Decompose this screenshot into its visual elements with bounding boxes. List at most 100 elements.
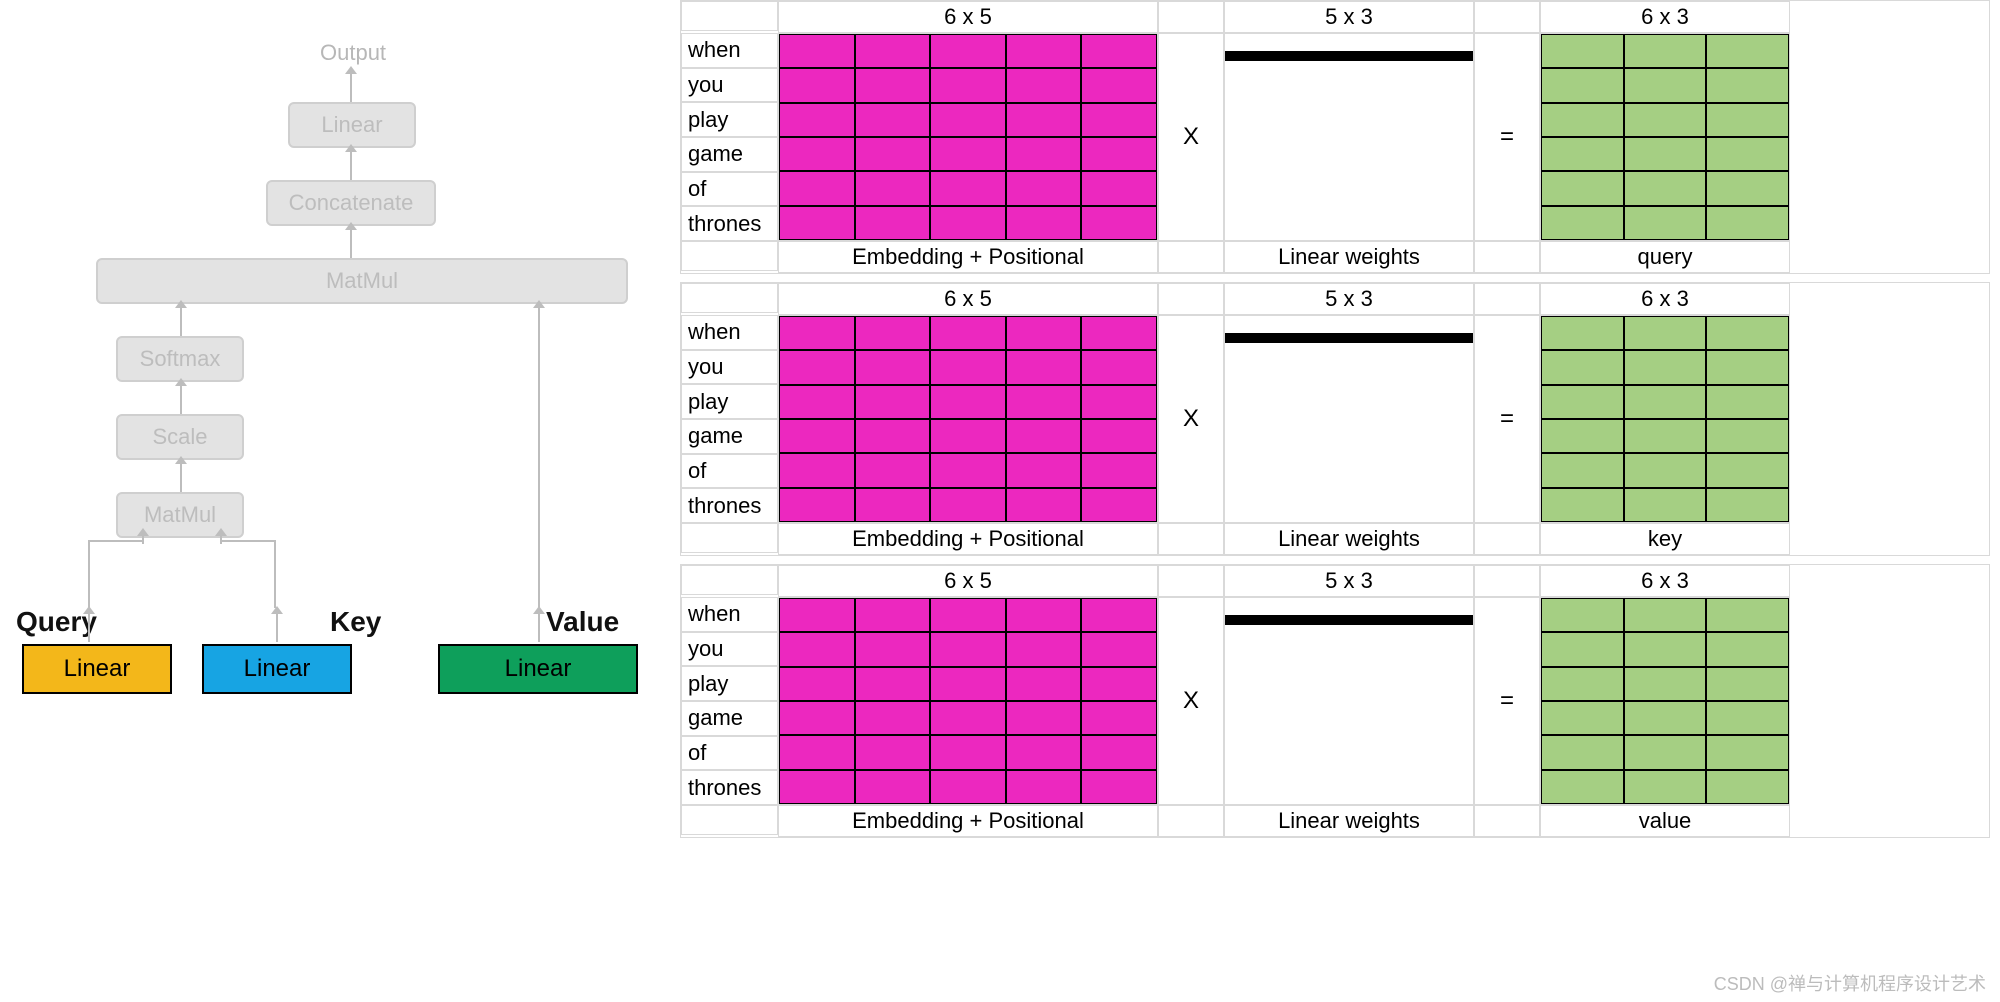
matrix-cell [1541,419,1624,453]
token-label: when [681,597,778,632]
matrix-cell [1706,68,1789,102]
matrix-cell [1624,316,1707,350]
matrix-cell [1541,488,1624,522]
matrix-cell [930,103,1006,137]
caption-weights: Linear weights [1224,805,1474,837]
matrix-cell [930,488,1006,522]
matrix-cell [1624,385,1707,419]
matrix-cell [779,453,855,487]
matrix-cell [1006,385,1082,419]
matrix-cell [1081,770,1157,804]
matrix-grid [1541,34,1789,240]
matrix-cell [1081,103,1157,137]
matrix-panel-value: 6 x 55 x 36 x 3whenyouplaygameofthronesX… [680,564,1990,838]
matrix-cell [1706,735,1789,769]
matrix-cell [855,419,931,453]
matrix-cell [855,770,931,804]
matrix-cell [1006,701,1082,735]
matrix-cell [1081,735,1157,769]
matrix-grid [1541,598,1789,804]
dim-weights: 5 x 3 [1224,565,1474,597]
matrix-cell [855,488,931,522]
output-label: Output [320,40,386,66]
matrix-cell [779,598,855,632]
matrix-cell [930,206,1006,240]
caption-weights: Linear weights [1224,523,1474,555]
matrix-cell [855,68,931,102]
softmax-box: Softmax [116,336,244,382]
matrix-cell [1006,453,1082,487]
arrow-3 [180,306,182,336]
matrix-cell [930,350,1006,384]
matrix-cell [1081,488,1157,522]
matrix-cell [1624,488,1707,522]
matrix-cell [1541,701,1624,735]
matmul-top-box: MatMul [96,258,628,304]
matrix-cell [855,385,931,419]
matrix-cell [1624,735,1707,769]
token-labels: whenyouplaygameofthrones [681,33,778,241]
matrix-cell [1624,68,1707,102]
matrix-cell [1541,103,1624,137]
matrix-cell [1624,137,1707,171]
matrix-cell [930,34,1006,68]
matrix-cell [1081,137,1157,171]
matrix-cell [855,701,931,735]
token-label: play [681,102,778,137]
caption-output: key [1540,523,1790,555]
matrix-cell [1006,206,1082,240]
output-matrix [1540,315,1790,523]
matrix-cell [1706,34,1789,68]
linear-value-box: Linear [438,644,638,694]
matrix-cell [855,34,931,68]
matrix-cell [1541,206,1624,240]
matrix-cell [1624,206,1707,240]
dim-weights: 5 x 3 [1224,1,1474,33]
matrix-cell [779,137,855,171]
matrix-cell [930,68,1006,102]
caption-embedding: Embedding + Positional [778,805,1158,837]
matrix-cell [1706,385,1789,419]
matrix-cell [1006,137,1082,171]
matrix-cell [1081,701,1157,735]
matrix-cell [1541,316,1624,350]
token-label: game [681,419,778,454]
arrow-k-down [276,612,278,642]
token-label: of [681,454,778,489]
matrix-cell [1541,385,1624,419]
matrix-cell [779,735,855,769]
matrix-cell [779,488,855,522]
matrix-cell [855,206,931,240]
weights-matrix [1224,315,1474,523]
arrow-v-down [538,612,540,642]
matrix-cell [1624,667,1707,701]
matrix-cell [855,632,931,666]
matrix-cell [1706,667,1789,701]
arrow-v [538,306,540,608]
matrix-cell [1081,453,1157,487]
dim-output: 6 x 3 [1540,283,1790,315]
token-label: game [681,137,778,172]
embedding-matrix [778,33,1158,241]
matrix-cell [1706,350,1789,384]
matrix-cell [1706,419,1789,453]
matrix-cell [1081,350,1157,384]
matrix-cell [855,667,931,701]
matrix-cell [1390,59,1473,61]
matrix-cell [1308,59,1391,61]
matrix-grid [779,598,1157,804]
weights-matrix [1224,597,1474,805]
matrix-cell [1624,103,1707,137]
caption-embedding: Embedding + Positional [778,523,1158,555]
matrix-cell [1541,171,1624,205]
matrix-cell [1624,701,1707,735]
matrix-cell [1541,770,1624,804]
matrix-cell [1006,419,1082,453]
matrix-cell [1541,453,1624,487]
matrix-cell [1006,103,1082,137]
q-elbow [88,540,144,608]
token-label: you [681,68,778,103]
matrix-cell [1541,137,1624,171]
matrix-cell [855,316,931,350]
matrix-cell [1225,59,1308,61]
